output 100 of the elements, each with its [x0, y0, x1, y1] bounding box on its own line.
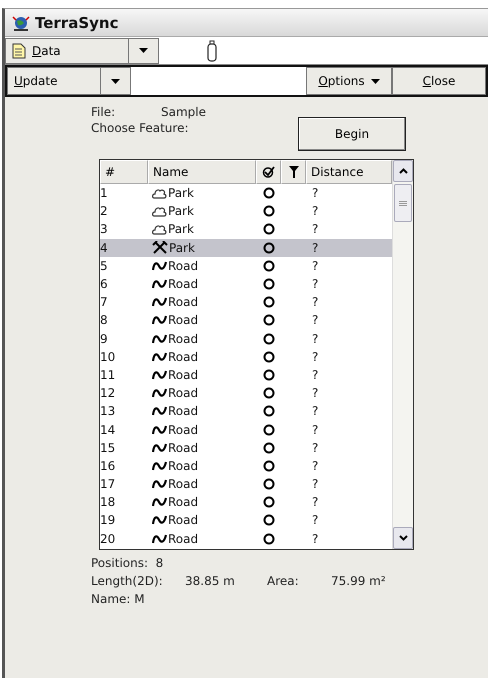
- wave-line-icon: [152, 497, 167, 508]
- circle-icon: [262, 242, 274, 254]
- wave-line-icon: [152, 260, 167, 271]
- row-number: 20: [100, 532, 116, 546]
- feature-name: Road: [168, 532, 198, 546]
- circle-icon: [262, 350, 274, 363]
- distance-value: ?: [311, 277, 320, 292]
- feature-name: Road: [168, 422, 198, 437]
- wave-line-icon: [152, 315, 167, 326]
- battery-icon: [207, 40, 217, 62]
- row-number: 18: [100, 495, 116, 510]
- options-button[interactable]: Options: [306, 67, 392, 95]
- filter-column-header[interactable]: [281, 160, 306, 184]
- wave-line-icon: [152, 424, 167, 435]
- column-header[interactable]: Distance: [306, 160, 392, 184]
- caret-icon: [111, 78, 120, 84]
- circle-icon: [262, 205, 274, 218]
- distance-value: ?: [311, 386, 320, 400]
- window-title: TerraSync: [35, 14, 118, 32]
- begin-button[interactable]: Begin: [298, 117, 406, 151]
- row-number: 7: [100, 295, 109, 310]
- row-number: 14: [100, 422, 116, 437]
- crossed-tools-icon: [152, 241, 168, 254]
- circle-icon: [262, 296, 274, 308]
- scroll-up-button[interactable]: [393, 160, 413, 182]
- feature-name: Road: [168, 495, 198, 510]
- wave-line-icon: [152, 388, 167, 398]
- cloud-icon: [152, 206, 167, 217]
- distance-value: ?: [311, 368, 320, 382]
- row-number: 19: [100, 513, 116, 528]
- caret-icon: [139, 48, 148, 53]
- wave-line-icon: [152, 442, 167, 453]
- distance-value: ?: [311, 495, 320, 510]
- feature-name: Road: [168, 258, 198, 273]
- distance-value: ?: [311, 240, 320, 255]
- column-header[interactable]: Name: [148, 160, 256, 184]
- close-button[interactable]: Close: [392, 67, 486, 95]
- feature-row[interactable]: 4 Park ?: [100, 238, 392, 257]
- choose-feature-label: Choose Feature:: [91, 121, 190, 135]
- feature-name: Park: [168, 186, 194, 200]
- distance-value: ?: [311, 422, 320, 437]
- grip-icon: [399, 200, 407, 206]
- feature-name: Road: [168, 368, 198, 382]
- distance-value: ?: [311, 295, 320, 310]
- feature-name: Road: [168, 386, 198, 400]
- row-number: 9: [100, 332, 109, 346]
- feature-name: Road: [168, 513, 198, 528]
- section-dropdown-button[interactable]: [129, 38, 159, 64]
- row-number: 5: [100, 258, 109, 273]
- cloud-icon: [152, 188, 167, 199]
- update-button[interactable]: Update: [7, 67, 101, 95]
- area-value: 75.99 m²: [331, 574, 386, 588]
- circle-icon: [262, 314, 274, 326]
- feature-name: Road: [168, 332, 198, 346]
- distance-value: ?: [311, 204, 320, 218]
- row-number: 2: [100, 204, 109, 218]
- distance-value: ?: [311, 313, 320, 328]
- row-number: 6: [100, 277, 109, 292]
- wave-line-icon: [152, 479, 167, 490]
- feature-name: Road: [168, 458, 198, 473]
- feature-name-label: Name: M: [91, 592, 146, 606]
- scroll-thumb[interactable]: [394, 184, 412, 222]
- distance-value: ?: [311, 458, 320, 473]
- circle-icon: [262, 496, 274, 508]
- circle-icon: [262, 278, 274, 290]
- circle-icon: [262, 187, 274, 200]
- update-dropdown-button[interactable]: [101, 67, 131, 95]
- feature-name: Road: [168, 350, 198, 364]
- distance-value: ?: [311, 258, 320, 273]
- wave-line-icon: [152, 515, 167, 526]
- file-label: File:: [91, 105, 116, 119]
- scrollbar[interactable]: [392, 160, 413, 549]
- distance-value: ?: [311, 186, 320, 200]
- circle-icon: [262, 460, 274, 472]
- cloud-icon: [152, 224, 167, 235]
- circle-icon: [262, 532, 274, 545]
- circle-icon: [262, 260, 274, 272]
- checkmark-column-header[interactable]: [256, 160, 281, 184]
- circle-icon: [262, 405, 274, 418]
- distance-value: ?: [311, 532, 320, 546]
- globe-icon: [11, 14, 31, 31]
- wave-line-icon: [152, 370, 167, 380]
- circle-icon: [262, 387, 274, 400]
- length-value: 38.85 m: [185, 574, 236, 588]
- feature-name: Road: [168, 440, 198, 455]
- circle-icon: [262, 332, 274, 345]
- row-number: 8: [100, 313, 109, 328]
- column-header[interactable]: #: [100, 160, 148, 184]
- data-section-button[interactable]: Data: [5, 38, 129, 64]
- distance-value: ?: [311, 332, 320, 346]
- length-label: Length(2D):: [91, 574, 164, 588]
- wave-line-icon: [152, 279, 167, 290]
- filter-icon: [288, 166, 298, 178]
- feature-name: Road: [168, 404, 198, 418]
- row-number: 1: [100, 186, 109, 200]
- area-label: Area:: [267, 574, 300, 588]
- row-number: 4: [100, 240, 109, 255]
- circle-icon: [262, 514, 274, 526]
- row-number: 10: [100, 350, 116, 364]
- scroll-down-button[interactable]: [393, 527, 413, 549]
